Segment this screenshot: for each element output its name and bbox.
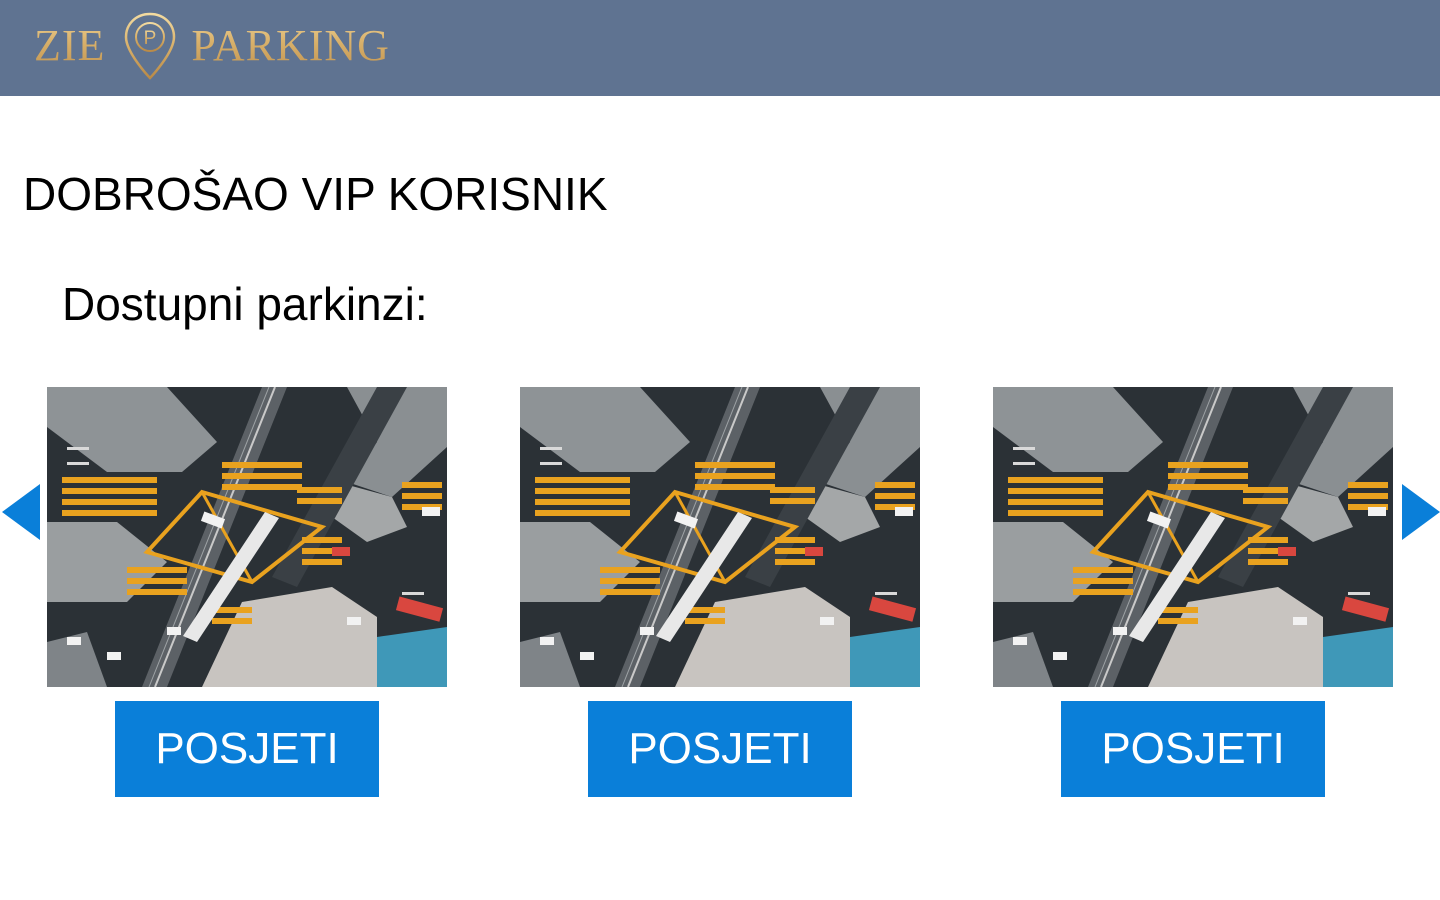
location-pin-icon: P — [125, 12, 176, 80]
zie-parking-logo[interactable]: ZIE P PARKING — [34, 10, 390, 82]
top-header-bar: ZIE P PARKING — [0, 0, 1440, 96]
visit-button-2[interactable]: POSJETI — [588, 701, 852, 797]
visit-button-3[interactable]: POSJETI — [1061, 701, 1325, 797]
carousel-next-arrow-icon[interactable] — [1402, 484, 1440, 540]
parking-image-3[interactable] — [993, 387, 1393, 687]
parking-card-1: POSJETI — [47, 387, 447, 797]
parking-image-1[interactable] — [47, 387, 447, 687]
logo-text-parking: PARKING — [191, 10, 390, 82]
carousel-prev-arrow-icon[interactable] — [2, 484, 40, 540]
available-parkings-heading: Dostupni parkinzi: — [62, 278, 428, 330]
parking-card-3: POSJETI — [993, 387, 1393, 797]
welcome-heading: DOBROŠAO VIP KORISNIK — [23, 168, 608, 220]
logo-text-zie: ZIE — [34, 10, 105, 82]
visit-button-1[interactable]: POSJETI — [115, 701, 379, 797]
parking-card-2: POSJETI — [520, 387, 920, 797]
logo-pin-letter: P — [144, 28, 157, 49]
parking-image-2[interactable] — [520, 387, 920, 687]
